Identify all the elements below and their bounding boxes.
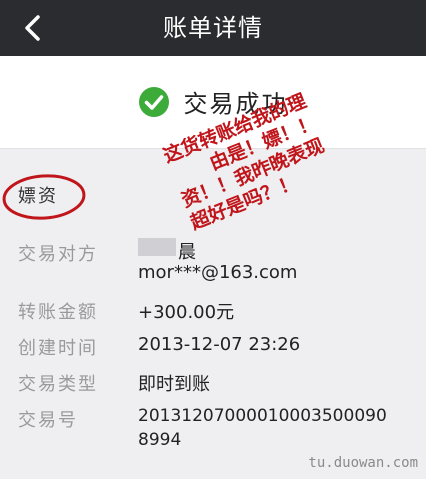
transaction-number-label: 交易号 (18, 410, 78, 431)
redacted-name-block (138, 238, 176, 256)
checkmark-circle-icon (139, 86, 170, 117)
nav-bar: 账单详情 (0, 0, 426, 56)
transaction-number-line1: 20131207000010003500090 (138, 406, 387, 426)
created-time-label: 创建时间 (18, 338, 98, 359)
counterparty-email: mor***@163.com (138, 262, 298, 283)
watermark: tu.duowan.com (308, 455, 418, 471)
transaction-type-value: 即时到账 (138, 374, 210, 395)
created-time-value: 2013-12-07 23:26 (138, 334, 301, 355)
red-circle-annotation (2, 174, 86, 220)
amount-label: 转账金额 (18, 302, 98, 323)
page-title: 账单详情 (163, 14, 263, 42)
counterparty-name: 晨 (178, 242, 196, 263)
transaction-number-line2: 8994 (138, 430, 182, 450)
amount-value: +300.00元 (138, 302, 235, 323)
transaction-type-label: 交易类型 (18, 374, 98, 395)
counterparty-label: 交易对方 (18, 244, 98, 265)
